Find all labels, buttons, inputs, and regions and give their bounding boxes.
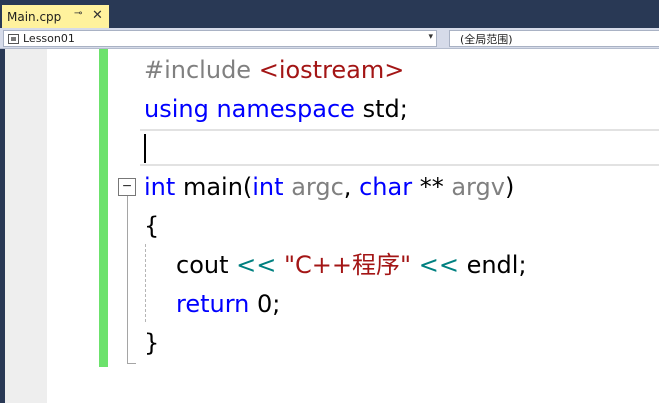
- glyph-margin[interactable]: [5, 49, 47, 403]
- include-header: <iostream>: [258, 56, 405, 84]
- brace: {: [144, 212, 160, 240]
- parameter: argc: [291, 173, 344, 201]
- preprocessor-directive: #include: [144, 56, 252, 84]
- string-literal: "C++程序": [284, 251, 412, 279]
- keyword: int: [252, 173, 284, 201]
- identifier: endl;: [466, 251, 527, 279]
- code-line-6[interactable]: cout << "C++程序" << endl;: [144, 246, 527, 285]
- outline-line: [127, 196, 128, 363]
- current-line-highlight: [140, 129, 659, 166]
- code-line-4[interactable]: int main(int argc, char ** argv): [144, 168, 514, 207]
- document-tab-strip: Main.cpp ⊸ ✕: [0, 0, 659, 28]
- code-line-8[interactable]: }: [144, 324, 159, 363]
- text-caret: [144, 134, 146, 163]
- operator: <<: [418, 251, 459, 279]
- member-dropdown-value: (全局范围): [460, 32, 513, 46]
- scope-dropdown[interactable]: Lesson01 ▾: [3, 30, 437, 47]
- collapse-toggle-icon[interactable]: −: [118, 178, 136, 196]
- identifier: cout: [176, 251, 229, 279]
- punctuation: ): [504, 173, 515, 201]
- number-literal: 0;: [257, 290, 281, 318]
- class-icon: [8, 33, 19, 44]
- code-line-2[interactable]: using namespace std;: [144, 90, 408, 129]
- scope-dropdown-value: Lesson01: [23, 32, 75, 45]
- member-dropdown[interactable]: (全局范围): [449, 30, 659, 47]
- keyword: char: [359, 173, 413, 201]
- punctuation: ,: [343, 173, 352, 201]
- code-line-5[interactable]: {: [144, 207, 159, 246]
- keyword: return: [176, 290, 250, 318]
- keyword: namespace: [216, 95, 355, 123]
- identifier: std;: [362, 95, 408, 123]
- keyword: int: [144, 173, 176, 201]
- chevron-down-icon[interactable]: ▾: [428, 32, 433, 42]
- code-line-1[interactable]: #include <iostream>: [144, 51, 404, 90]
- operator: **: [419, 173, 444, 201]
- function-name: main(: [182, 173, 253, 201]
- code-line-7[interactable]: return 0;: [144, 285, 280, 324]
- change-tracking-bar: [99, 49, 108, 367]
- parameter: argv: [451, 173, 505, 201]
- code-editor[interactable]: − #include <iostream> using namespace st…: [0, 49, 659, 403]
- outline-end: [127, 363, 136, 364]
- keyword: using: [144, 95, 209, 123]
- tab-main-cpp[interactable]: Main.cpp ⊸ ✕: [2, 5, 109, 28]
- tab-title: Main.cpp: [7, 9, 62, 24]
- operator: <<: [236, 251, 277, 279]
- navigation-bar: Lesson01 ▾ (全局范围): [0, 28, 659, 49]
- pin-icon[interactable]: ⊸: [74, 8, 82, 19]
- brace: }: [144, 329, 160, 357]
- close-icon[interactable]: ✕: [92, 7, 103, 23]
